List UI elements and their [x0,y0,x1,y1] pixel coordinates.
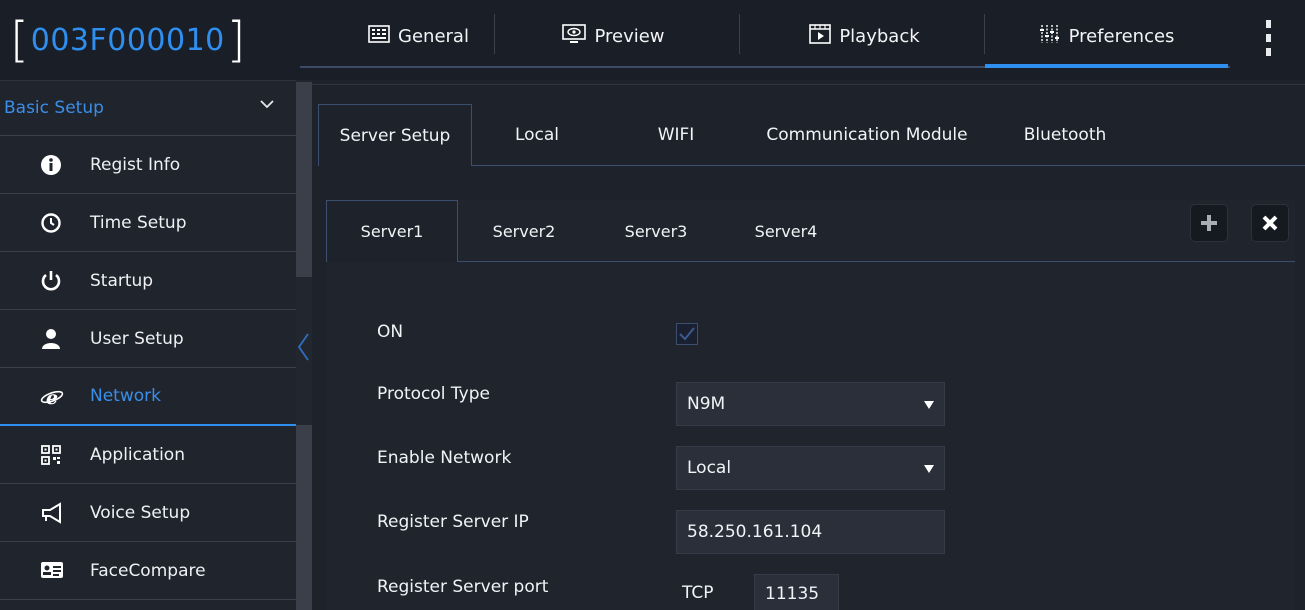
tab-communication-module[interactable]: Communication Module [752,104,982,166]
tab-preferences-label: Preferences [1068,25,1175,47]
sidebar: Basic Setup Regist Info Time Setup Start… [0,80,296,610]
sidebar-item-time-setup[interactable]: Time Setup [0,194,296,252]
register-server-ip-label: Register Server IP [377,512,529,532]
register-server-ip-input[interactable]: 58.250.161.104 [676,510,945,554]
tab-server2[interactable]: Server2 [474,200,574,262]
tab-preferences[interactable]: Preferences [984,0,1229,72]
sidebar-item-label: Startup [90,270,154,291]
tab-general-label: General [398,25,469,47]
power-icon [40,270,62,292]
register-server-port-label: Register Server port [377,577,549,597]
sidebar-section-label: Basic Setup [4,98,104,118]
more-menu-icon[interactable] [1262,20,1274,56]
svg-text:e: e [46,387,58,408]
protocol-type-select[interactable]: N9M [676,382,945,426]
user-icon [40,328,62,350]
port-protocol-label: TCP [682,583,714,603]
megaphone-icon [40,502,62,524]
close-icon [1262,215,1278,231]
register-server-port-input[interactable]: 11135 [754,574,839,610]
on-checkbox[interactable] [676,323,698,345]
tab-server4[interactable]: Server4 [736,200,836,262]
top-tabs: General Preview Playback Preferences [296,0,1246,80]
enable-network-value: Local [687,458,732,478]
settings-tabs: Server Setup Local WIFI Communication Mo… [318,104,1305,166]
network-icon: e [40,386,64,409]
general-icon [368,24,390,48]
sidebar-item-label: Voice Setup [90,502,191,523]
tab-wifi[interactable]: WIFI [630,104,722,166]
plus-icon [1201,215,1217,231]
playback-icon [809,23,832,49]
tab-separator [739,14,740,54]
device-id: 003F000010 [30,22,225,58]
tab-server1[interactable]: Server1 [326,200,458,262]
sidebar-item-label: Network [90,386,161,406]
enable-network-label: Enable Network [377,448,512,468]
sidebar-item-network[interactable]: e Network [0,368,296,426]
id-card-icon [40,560,63,582]
add-server-button[interactable] [1190,204,1228,242]
caret-down-icon [924,401,934,409]
tab-preview-label: Preview [594,25,665,47]
tab-server-setup[interactable]: Server Setup [318,104,472,166]
qr-icon [40,444,62,466]
sidebar-item-label: Application [90,444,185,465]
left-bracket: [ [10,12,29,68]
tab-playback-label: Playback [839,25,920,47]
server-tabs-divider [458,261,1295,262]
sidebar-item-label: Time Setup [90,212,187,233]
preferences-icon [1039,24,1061,49]
top-bar: [ 003F000010 ] General Preview Playback [0,0,1305,80]
sidebar-item-user-setup[interactable]: User Setup [0,310,296,368]
sidebar-scrollbar-thumb-lower[interactable] [296,425,312,610]
sidebar-item-voice-setup[interactable]: Voice Setup [0,484,296,542]
tab-bluetooth[interactable]: Bluetooth [1006,104,1124,166]
tab-preview[interactable]: Preview [491,0,736,72]
enable-network-select[interactable]: Local [676,446,945,490]
sidebar-item-label: User Setup [90,328,184,349]
tab-local[interactable]: Local [492,104,582,166]
right-bracket: ] [226,12,246,68]
sidebar-item-application[interactable]: Application [0,426,296,484]
tab-playback[interactable]: Playback [742,0,987,72]
delete-server-button[interactable] [1251,204,1289,242]
on-label: ON [377,322,404,342]
collapse-sidebar-icon[interactable] [296,332,312,362]
sidebar-item-facecompare[interactable]: FaceCompare [0,542,296,600]
protocol-type-label: Protocol Type [377,384,490,404]
sidebar-item-label: Regist Info [90,154,181,175]
sidebar-item-regist-info[interactable]: Regist Info [0,136,296,194]
clock-icon [40,212,62,234]
caret-down-icon [924,465,934,473]
settings-tabs-divider [472,165,1305,166]
checkmark-icon [679,327,695,341]
active-tab-indicator [985,64,1228,68]
sidebar-item-startup[interactable]: Startup [0,252,296,310]
tab-server3[interactable]: Server3 [606,200,706,262]
server-tabs: Server1 Server2 Server3 Server4 [326,200,1296,262]
sidebar-scrollbar-thumb[interactable] [296,82,312,277]
info-icon [40,154,62,176]
device-id-display: [ 003F000010 ] [10,10,246,70]
preview-icon [562,23,587,49]
sidebar-section-basic-setup[interactable]: Basic Setup [0,80,296,136]
sidebar-item-label: FaceCompare [90,560,206,581]
main-top-divider [312,84,1305,85]
chevron-down-icon [260,94,274,113]
protocol-type-value: N9M [687,394,726,414]
